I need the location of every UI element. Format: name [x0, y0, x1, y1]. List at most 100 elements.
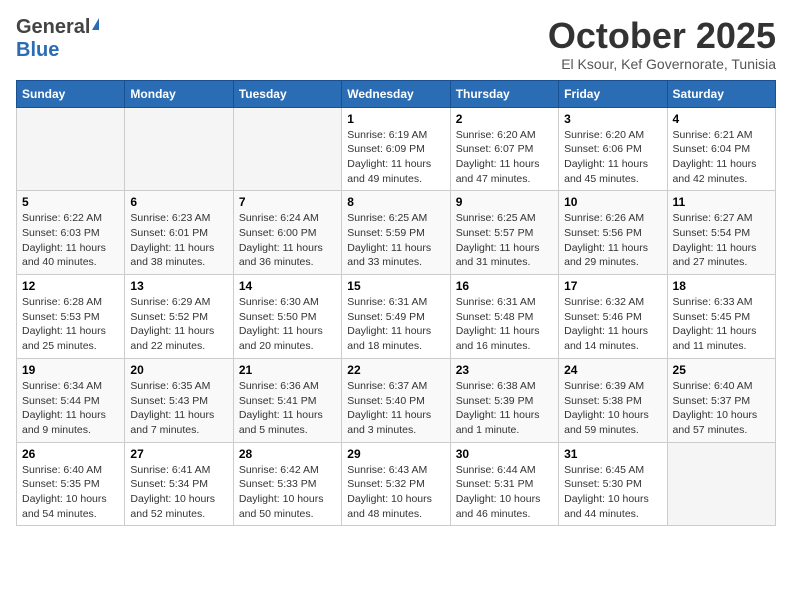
logo-triangle-icon	[92, 18, 99, 30]
calendar-cell: 22Sunrise: 6:37 AM Sunset: 5:40 PM Dayli…	[342, 358, 450, 442]
calendar-cell: 3Sunrise: 6:20 AM Sunset: 6:06 PM Daylig…	[559, 107, 667, 191]
calendar-week-4: 26 Sunrise: 6:40 AM Sunset: 5:35 PM Dayli…	[17, 442, 776, 526]
day-info: Sunrise: 6:22 AM Sunset: 6:03 PM Dayligh…	[22, 211, 119, 270]
calendar-cell: 4 Sunrise: 6:21 AM Sunset: 6:04 PM Daylig…	[667, 107, 775, 191]
calendar-cell: 30 Sunrise: 6:44 AM Sunset: 5:31 PM Dayli…	[450, 442, 558, 526]
calendar-cell: 24 Sunrise: 6:39 AM Sunset: 5:38 PM Dayli…	[559, 358, 667, 442]
calendar-week-3: 19 Sunrise: 6:34 AM Sunset: 5:44 PM Dayli…	[17, 358, 776, 442]
day-info: Sunrise: 6:32 AM Sunset: 5:46 PM Dayligh…	[564, 295, 661, 354]
calendar-cell: 5 Sunrise: 6:22 AM Sunset: 6:03 PM Daylig…	[17, 191, 125, 275]
day-info: Sunrise: 6:26 AM Sunset: 5:56 PM Dayligh…	[564, 211, 661, 270]
day-number: 5	[22, 195, 119, 209]
calendar-cell: 14 Sunrise: 6:30 AM Sunset: 5:50 PM Dayli…	[233, 275, 341, 359]
day-number: 4	[673, 112, 770, 126]
calendar-cell: 11Sunrise: 6:27 AM Sunset: 5:54 PM Dayli…	[667, 191, 775, 275]
calendar-cell: 19 Sunrise: 6:34 AM Sunset: 5:44 PM Dayli…	[17, 358, 125, 442]
day-number: 24	[564, 363, 661, 377]
day-info: Sunrise: 6:35 AM Sunset: 5:43 PM Dayligh…	[130, 379, 227, 438]
calendar-cell: 6Sunrise: 6:23 AM Sunset: 6:01 PM Daylig…	[125, 191, 233, 275]
logo-general: General	[16, 16, 90, 39]
day-info: Sunrise: 6:21 AM Sunset: 6:04 PM Dayligh…	[673, 128, 770, 187]
calendar-cell: 27 Sunrise: 6:41 AM Sunset: 5:34 PM Dayli…	[125, 442, 233, 526]
day-number: 22	[347, 363, 444, 377]
day-info: Sunrise: 6:39 AM Sunset: 5:38 PM Dayligh…	[564, 379, 661, 438]
day-info: Sunrise: 6:28 AM Sunset: 5:53 PM Dayligh…	[22, 295, 119, 354]
calendar-week-0: 1 Sunrise: 6:19 AM Sunset: 6:09 PM Daylig…	[17, 107, 776, 191]
day-info: Sunrise: 6:19 AM Sunset: 6:09 PM Dayligh…	[347, 128, 444, 187]
day-number: 20	[130, 363, 227, 377]
day-info: Sunrise: 6:33 AM Sunset: 5:45 PM Dayligh…	[673, 295, 770, 354]
calendar-cell: 17 Sunrise: 6:32 AM Sunset: 5:46 PM Dayli…	[559, 275, 667, 359]
day-info: Sunrise: 6:42 AM Sunset: 5:33 PM Dayligh…	[239, 463, 336, 522]
day-number: 8	[347, 195, 444, 209]
day-number: 26	[22, 447, 119, 461]
day-number: 21	[239, 363, 336, 377]
header-wednesday: Wednesday	[342, 80, 450, 107]
header-thursday: Thursday	[450, 80, 558, 107]
day-info: Sunrise: 6:36 AM Sunset: 5:41 PM Dayligh…	[239, 379, 336, 438]
header-friday: Friday	[559, 80, 667, 107]
day-info: Sunrise: 6:31 AM Sunset: 5:48 PM Dayligh…	[456, 295, 553, 354]
calendar-cell: 26 Sunrise: 6:40 AM Sunset: 5:35 PM Dayli…	[17, 442, 125, 526]
day-number: 16	[456, 279, 553, 293]
day-number: 31	[564, 447, 661, 461]
calendar-cell: 20 Sunrise: 6:35 AM Sunset: 5:43 PM Dayli…	[125, 358, 233, 442]
calendar-cell: 16 Sunrise: 6:31 AM Sunset: 5:48 PM Dayli…	[450, 275, 558, 359]
day-info: Sunrise: 6:25 AM Sunset: 5:57 PM Dayligh…	[456, 211, 553, 270]
day-info: Sunrise: 6:40 AM Sunset: 5:35 PM Dayligh…	[22, 463, 119, 522]
title-block: October 2025 El Ksour, Kef Governorate, …	[548, 16, 776, 72]
day-number: 25	[673, 363, 770, 377]
day-number: 27	[130, 447, 227, 461]
day-number: 18	[673, 279, 770, 293]
day-info: Sunrise: 6:27 AM Sunset: 5:54 PM Dayligh…	[673, 211, 770, 270]
calendar-cell: 13 Sunrise: 6:29 AM Sunset: 5:52 PM Dayli…	[125, 275, 233, 359]
header-monday: Monday	[125, 80, 233, 107]
calendar-cell: 29 Sunrise: 6:43 AM Sunset: 5:32 PM Dayli…	[342, 442, 450, 526]
day-number: 13	[130, 279, 227, 293]
calendar-cell: 31 Sunrise: 6:45 AM Sunset: 5:30 PM Dayli…	[559, 442, 667, 526]
header-sunday: Sunday	[17, 80, 125, 107]
day-info: Sunrise: 6:43 AM Sunset: 5:32 PM Dayligh…	[347, 463, 444, 522]
calendar-cell	[667, 442, 775, 526]
calendar-cell: 8 Sunrise: 6:25 AM Sunset: 5:59 PM Daylig…	[342, 191, 450, 275]
day-info: Sunrise: 6:34 AM Sunset: 5:44 PM Dayligh…	[22, 379, 119, 438]
day-info: Sunrise: 6:31 AM Sunset: 5:49 PM Dayligh…	[347, 295, 444, 354]
day-info: Sunrise: 6:45 AM Sunset: 5:30 PM Dayligh…	[564, 463, 661, 522]
day-number: 7	[239, 195, 336, 209]
day-number: 12	[22, 279, 119, 293]
day-info: Sunrise: 6:40 AM Sunset: 5:37 PM Dayligh…	[673, 379, 770, 438]
day-info: Sunrise: 6:44 AM Sunset: 5:31 PM Dayligh…	[456, 463, 553, 522]
day-number: 29	[347, 447, 444, 461]
calendar-cell: 28 Sunrise: 6:42 AM Sunset: 5:33 PM Dayli…	[233, 442, 341, 526]
calendar-week-1: 5 Sunrise: 6:22 AM Sunset: 6:03 PM Daylig…	[17, 191, 776, 275]
page-header: General Blue October 2025 El Ksour, Kef …	[16, 16, 776, 72]
month-title: October 2025	[548, 16, 776, 56]
calendar-cell: 12 Sunrise: 6:28 AM Sunset: 5:53 PM Dayli…	[17, 275, 125, 359]
calendar-cell	[125, 107, 233, 191]
day-number: 15	[347, 279, 444, 293]
day-number: 30	[456, 447, 553, 461]
calendar-week-2: 12 Sunrise: 6:28 AM Sunset: 5:53 PM Dayli…	[17, 275, 776, 359]
calendar-cell: 1 Sunrise: 6:19 AM Sunset: 6:09 PM Daylig…	[342, 107, 450, 191]
day-number: 14	[239, 279, 336, 293]
day-info: Sunrise: 6:30 AM Sunset: 5:50 PM Dayligh…	[239, 295, 336, 354]
day-number: 19	[22, 363, 119, 377]
calendar-cell: 2Sunrise: 6:20 AM Sunset: 6:07 PM Daylig…	[450, 107, 558, 191]
calendar-cell: 7 Sunrise: 6:24 AM Sunset: 6:00 PM Daylig…	[233, 191, 341, 275]
logo-blue: Blue	[16, 39, 59, 61]
day-number: 28	[239, 447, 336, 461]
header-saturday: Saturday	[667, 80, 775, 107]
day-info: Sunrise: 6:41 AM Sunset: 5:34 PM Dayligh…	[130, 463, 227, 522]
day-info: Sunrise: 6:29 AM Sunset: 5:52 PM Dayligh…	[130, 295, 227, 354]
calendar-cell: 18 Sunrise: 6:33 AM Sunset: 5:45 PM Dayli…	[667, 275, 775, 359]
day-info: Sunrise: 6:24 AM Sunset: 6:00 PM Dayligh…	[239, 211, 336, 270]
location-subtitle: El Ksour, Kef Governorate, Tunisia	[548, 56, 776, 72]
day-number: 1	[347, 112, 444, 126]
day-number: 23	[456, 363, 553, 377]
calendar-table: SundayMondayTuesdayWednesdayThursdayFrid…	[16, 80, 776, 527]
header-tuesday: Tuesday	[233, 80, 341, 107]
calendar-cell	[17, 107, 125, 191]
calendar-cell: 9Sunrise: 6:25 AM Sunset: 5:57 PM Daylig…	[450, 191, 558, 275]
day-number: 17	[564, 279, 661, 293]
day-info: Sunrise: 6:25 AM Sunset: 5:59 PM Dayligh…	[347, 211, 444, 270]
